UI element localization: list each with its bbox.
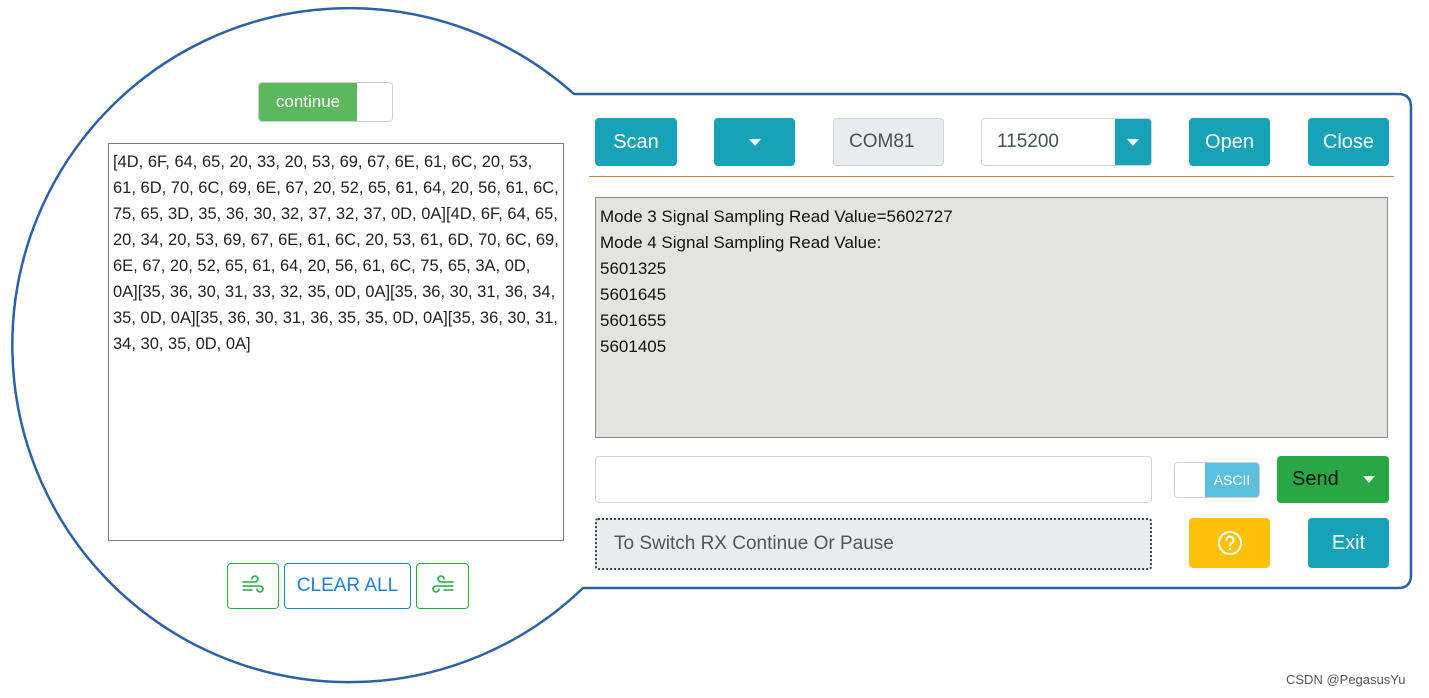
port-dropdown-button[interactable]: [714, 118, 795, 166]
rx-switch-hint[interactable]: To Switch RX Continue Or Pause: [595, 518, 1152, 570]
send-options-dropdown[interactable]: [1363, 476, 1375, 483]
send-button[interactable]: Send: [1277, 456, 1389, 503]
port-field[interactable]: COM81: [833, 118, 944, 166]
toolbar-divider: [589, 176, 1394, 177]
ascii-toggle[interactable]: ASCII: [1174, 462, 1260, 498]
rx-log-textarea[interactable]: Mode 3 Signal Sampling Read Value=560272…: [595, 197, 1388, 438]
watermark: CSDN @PegasusYu: [1286, 672, 1406, 687]
tx-input[interactable]: [595, 456, 1152, 503]
question-circle-icon: [1217, 531, 1242, 555]
chevron-down-icon: [1363, 476, 1375, 483]
hex-output-textarea[interactable]: [4D, 6F, 64, 65, 20, 33, 20, 53, 69, 67,…: [108, 143, 564, 541]
ascii-toggle-label: ASCII: [1205, 463, 1259, 497]
wind-icon: [242, 575, 264, 593]
help-button[interactable]: [1189, 518, 1270, 568]
clear-all-button[interactable]: CLEAR ALL: [284, 563, 411, 609]
send-button-label: Send: [1292, 468, 1339, 490]
chevron-down-icon: [748, 138, 761, 146]
rx-continue-toggle[interactable]: continue: [258, 82, 393, 122]
baud-rate-select[interactable]: 115200: [981, 118, 1152, 166]
close-button[interactable]: Close: [1308, 118, 1389, 166]
rx-toggle-label: continue: [259, 83, 357, 121]
baud-dropdown-button[interactable]: [1115, 119, 1151, 165]
baud-rate-value: 115200: [997, 131, 1059, 152]
exit-button[interactable]: Exit: [1308, 518, 1389, 568]
open-button[interactable]: Open: [1189, 118, 1270, 166]
wind-icon: [431, 575, 454, 593]
wind-left-button[interactable]: [227, 563, 279, 609]
scan-button[interactable]: Scan: [595, 118, 677, 166]
wind-right-button[interactable]: [416, 563, 469, 609]
chevron-down-icon: [1127, 138, 1139, 146]
